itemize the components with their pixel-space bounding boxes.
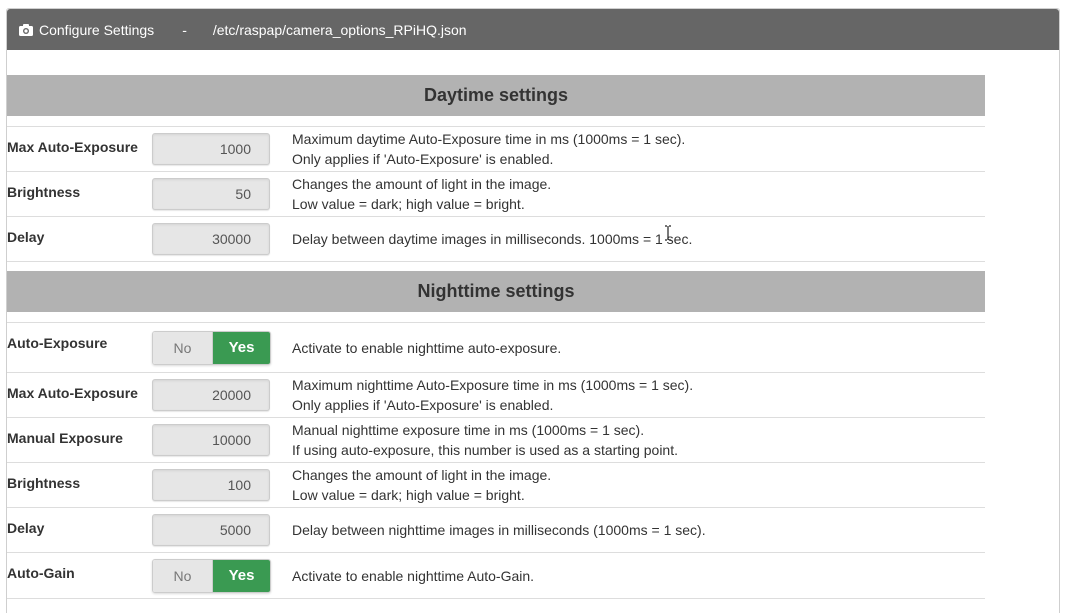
toggle-no-option[interactable]: No <box>153 331 213 364</box>
night-max-auto-exposure-input[interactable]: 20000 <box>152 379 270 411</box>
settings-panel: Configure Settings - /etc/raspap/camera_… <box>6 8 1060 613</box>
day-brightness-row: Brightness 50 Changes the amount of ligh… <box>7 172 985 217</box>
night-delay-row: Delay 5000 Delay between nighttime image… <box>7 508 985 553</box>
toggle-yes-option[interactable]: Yes <box>213 559 270 592</box>
camera-icon <box>19 23 33 36</box>
toggle-yes-option[interactable]: Yes <box>213 331 270 364</box>
day-max-auto-exposure-row: Max Auto-Exposure 1000 Maximum daytime A… <box>7 127 985 172</box>
night-max-auto-exposure-row: Max Auto-Exposure 20000 Maximum nighttim… <box>7 373 985 418</box>
field-description: Changes the amount of light in the image… <box>292 176 552 212</box>
night-auto-exposure-row: Auto-Exposure No Yes Activate to enable … <box>7 323 985 373</box>
panel-header: Configure Settings - /etc/raspap/camera_… <box>7 9 1059 50</box>
field-label: Auto-Exposure <box>7 335 108 351</box>
field-description: Manual nighttime exposure time in ms (10… <box>292 422 678 458</box>
nighttime-section-heading: Nighttime settings <box>7 271 985 312</box>
night-auto-exposure-toggle[interactable]: No Yes <box>152 330 271 365</box>
settings-content: Daytime settings Max Auto-Exposure 1000 … <box>7 50 985 599</box>
field-label: Max Auto-Exposure <box>7 385 138 401</box>
field-label: Brightness <box>7 184 81 200</box>
day-max-auto-exposure-input[interactable]: 1000 <box>152 133 270 165</box>
night-brightness-row: Brightness 100 Changes the amount of lig… <box>7 463 985 508</box>
night-delay-input[interactable]: 5000 <box>152 514 270 546</box>
field-description: Changes the amount of light in the image… <box>292 467 552 503</box>
field-label: Brightness <box>7 475 81 491</box>
text-cursor-icon <box>665 225 671 241</box>
field-description: Delay between daytime images in millisec… <box>292 231 693 247</box>
field-description: Activate to enable nighttime Auto-Gain. <box>292 567 535 584</box>
field-description: Maximum daytime Auto-Exposure time in ms… <box>292 131 686 167</box>
config-file-path: /etc/raspap/camera_options_RPiHQ.json <box>212 21 467 38</box>
field-description: Maximum nighttime Auto-Exposure time in … <box>292 377 694 413</box>
night-auto-gain-row: Auto-Gain No Yes Activate to enable nigh… <box>7 553 985 599</box>
field-description: Delay between nighttime images in millis… <box>292 522 706 538</box>
night-manual-exposure-input[interactable]: 10000 <box>152 424 270 456</box>
field-label: Manual Exposure <box>7 430 123 446</box>
title-separator: - <box>182 21 187 38</box>
daytime-section-heading: Daytime settings <box>7 75 985 116</box>
night-brightness-input[interactable]: 100 <box>152 469 270 501</box>
panel-title: Configure Settings <box>39 21 155 38</box>
toggle-no-option[interactable]: No <box>153 559 213 592</box>
day-delay-input[interactable]: 30000 <box>152 223 270 255</box>
field-label: Delay <box>7 229 45 245</box>
field-label: Delay <box>7 520 45 536</box>
field-label: Max Auto-Exposure <box>7 139 138 155</box>
field-description: Activate to enable nighttime auto-exposu… <box>292 339 562 356</box>
night-auto-gain-toggle[interactable]: No Yes <box>152 558 271 593</box>
day-delay-row: Delay 30000 Delay between daytime images… <box>7 217 985 262</box>
night-manual-exposure-row: Manual Exposure 10000 Manual nighttime e… <box>7 418 985 463</box>
field-label: Auto-Gain <box>7 565 75 581</box>
day-brightness-input[interactable]: 50 <box>152 178 270 210</box>
